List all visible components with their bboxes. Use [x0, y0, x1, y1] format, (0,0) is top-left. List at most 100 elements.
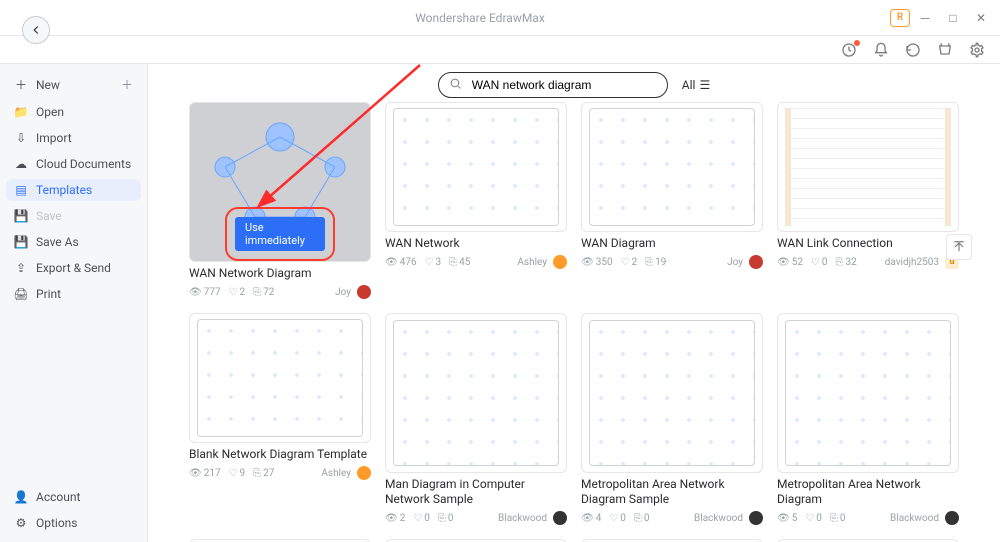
filter-all-button[interactable]: All ☰	[682, 78, 710, 92]
copies-count: ⎘ 0	[438, 513, 454, 524]
template-grid: Use immediately WAN Network Diagram 👁 77…	[148, 100, 1000, 542]
template-thumb[interactable]	[189, 313, 371, 443]
template-card[interactable]: Metropolitan Area Network Diagram Sample…	[581, 313, 763, 525]
author-name: Blackwood	[498, 513, 547, 524]
network-diagram-placeholder	[785, 320, 951, 465]
author-avatar-icon	[749, 511, 763, 525]
template-meta: 👁 2 ♡ 0 ⎘ 0 Blackwood	[385, 511, 567, 525]
author-name: Blackwood	[694, 513, 743, 524]
author-name: Joy	[727, 257, 743, 268]
copies-count: ⎘ 72	[253, 287, 274, 298]
sidebar-label: Cloud Documents	[36, 157, 131, 171]
updates-icon[interactable]	[840, 41, 858, 59]
views-count: 👁 4	[581, 513, 601, 524]
copies-count: ⎘ 19	[645, 257, 666, 268]
copies-count: ⎘ 45	[449, 257, 470, 268]
template-card[interactable]: WAN Diagram 👁 350 ♡ 2 ⎘ 19 Joy	[581, 102, 763, 299]
template-title: Metropolitan Area Network Diagram	[777, 477, 959, 507]
sidebar-label: Print	[36, 287, 61, 301]
sidebar-item-import[interactable]: ⇩ Import	[6, 127, 141, 149]
scroll-to-top-button[interactable]	[946, 234, 972, 260]
template-card[interactable]: Man Diagram in Computer Network Sample 👁…	[385, 313, 567, 525]
template-thumb[interactable]	[385, 313, 567, 473]
likes-count: ♡ 0	[805, 513, 822, 524]
filter-label: All	[682, 78, 696, 92]
sidebar-label: Import	[36, 131, 72, 145]
new-plus-icon[interactable]: ＋	[121, 76, 133, 93]
sidebar-item-account[interactable]: 👤 Account	[6, 486, 141, 508]
template-thumb[interactable]	[777, 102, 959, 232]
author-name: Blackwood	[890, 513, 939, 524]
sidebar-item-options[interactable]: ⚙ Options	[6, 512, 141, 534]
settings-icon[interactable]	[968, 41, 986, 59]
search-icon	[449, 77, 462, 93]
sidebar-item-print[interactable]: 🖨 Print	[6, 283, 141, 305]
views-count: 👁 5	[777, 513, 797, 524]
template-meta: 👁 476 ♡ 3 ⎘ 45 Ashley	[385, 255, 567, 269]
copies-count: ⎘ 0	[634, 513, 650, 524]
account-icon: 👤	[14, 490, 28, 504]
template-card[interactable]: WAN Network 👁 476 ♡ 3 ⎘ 45 Ashley	[385, 102, 567, 299]
top-toolbar	[0, 36, 1000, 64]
sidebar-item-export[interactable]: ⇪ Export & Send	[6, 257, 141, 279]
author-avatar-icon	[749, 255, 763, 269]
sidebar-item-saveas[interactable]: 💾 Save As	[6, 231, 141, 253]
window-maximize-button[interactable]: □	[944, 9, 962, 27]
copies-count: ⎘ 32	[836, 257, 857, 268]
template-title: WAN Network Diagram	[189, 266, 371, 281]
window-minimize-button[interactable]: ─	[916, 9, 934, 27]
back-button[interactable]	[22, 16, 50, 44]
import-icon: ⇩	[14, 131, 28, 145]
template-thumb[interactable]	[385, 102, 567, 232]
template-card[interactable]: WAN Link Connection 👁 52 ♡ 0 ⎘ 32 davidj…	[777, 102, 959, 299]
sidebar-item-cloud[interactable]: ☁ Cloud Documents	[6, 153, 141, 175]
views-count: 👁 476	[385, 257, 417, 268]
likes-count: ♡ 9	[229, 468, 246, 479]
folder-icon: 📁	[14, 105, 28, 119]
likes-count: ♡ 3	[425, 257, 442, 268]
likes-count: ♡ 0	[609, 513, 626, 524]
sidebar-item-save: 💾 Save	[6, 205, 141, 227]
gear-icon: ⚙	[14, 516, 28, 530]
template-card[interactable]: Use immediately WAN Network Diagram 👁 77…	[189, 102, 371, 299]
views-count: 👁 217	[189, 468, 221, 479]
search-box[interactable]	[438, 72, 668, 98]
author-avatar-icon	[357, 466, 371, 480]
likes-count: ♡ 0	[811, 257, 828, 268]
sidebar: ＋ New ＋ 📁 Open ⇩ Import ☁ Cloud Document…	[0, 64, 148, 542]
template-thumb[interactable]	[581, 313, 763, 473]
author-avatar-icon	[553, 511, 567, 525]
template-meta: 👁 52 ♡ 0 ⎘ 32 davidjh2503d	[777, 255, 959, 269]
template-thumb[interactable]: Use immediately	[189, 102, 371, 262]
use-immediately-button[interactable]: Use immediately	[235, 217, 325, 251]
cart-icon[interactable]	[936, 41, 954, 59]
content-area: All ☰	[148, 64, 1000, 542]
sidebar-item-new[interactable]: ＋ New ＋	[6, 72, 141, 97]
sidebar-item-open[interactable]: 📁 Open	[6, 101, 141, 123]
template-thumb[interactable]	[581, 102, 763, 232]
history-icon[interactable]	[904, 41, 922, 59]
views-count: 👁 350	[581, 257, 613, 268]
author-avatar-icon	[945, 511, 959, 525]
template-card[interactable]: Metropolitan Area Network Diagram 👁 5 ♡ …	[777, 313, 959, 525]
user-avatar[interactable]: R	[890, 9, 910, 27]
bell-icon[interactable]	[872, 41, 890, 59]
network-diagram-placeholder	[393, 108, 559, 226]
window-close-button[interactable]: ✕	[972, 9, 990, 27]
author-name: Ashley	[321, 468, 351, 479]
author-avatar-icon	[553, 255, 567, 269]
sidebar-item-templates[interactable]: ▤ Templates	[6, 179, 141, 201]
template-meta: 👁 777 ♡ 2 ⎘ 72 Joy	[189, 285, 371, 299]
sidebar-label: New	[36, 78, 60, 92]
sidebar-label: Open	[36, 105, 64, 119]
template-title: WAN Network	[385, 236, 567, 251]
template-thumb[interactable]	[777, 313, 959, 473]
cloud-icon: ☁	[14, 157, 28, 171]
sidebar-label: Templates	[36, 183, 92, 197]
template-meta: 👁 4 ♡ 0 ⎘ 0 Blackwood	[581, 511, 763, 525]
saveas-icon: 💾	[14, 235, 28, 249]
save-icon: 💾	[14, 209, 28, 223]
plus-file-icon: ＋	[14, 78, 28, 92]
template-card[interactable]: Blank Network Diagram Template 👁 217 ♡ 9…	[189, 313, 371, 525]
search-input[interactable]	[470, 77, 657, 93]
